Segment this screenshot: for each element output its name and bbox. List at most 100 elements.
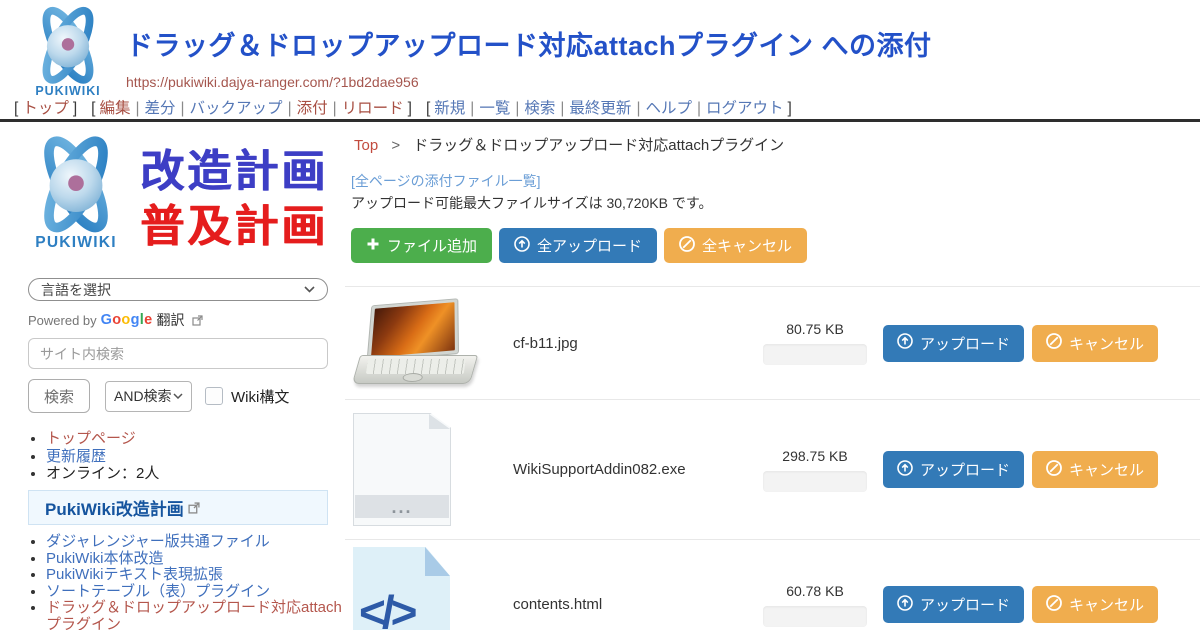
sidebar-link-sort-table[interactable]: ソートテーブル（表）プラグイン (46, 583, 270, 600)
sidebar-link-dajya-common[interactable]: ダジャレンジャー版共通ファイル (46, 533, 270, 550)
nav-search[interactable]: 検索 (524, 100, 555, 117)
code-glyph: </> (359, 585, 414, 630)
sidebar-heading-pukiwiki-kaizou[interactable]: PukiWiki改造計画 (28, 490, 328, 525)
wiki-syntax-label: Wiki構文 (231, 386, 289, 407)
search-controls: 検索 AND検索 Wiki構文 (28, 379, 289, 413)
external-link-icon (192, 315, 203, 326)
file-row: cf-b11.jpg 80.75 KB アップロード (345, 286, 1200, 399)
external-link-icon (188, 502, 200, 514)
list-item: オンライン：2人 (46, 465, 159, 482)
upload-all-button[interactable]: 全アップロード (499, 228, 657, 263)
sidebar-logo[interactable]: PUKIWIKI 改造計画 普及計画 (16, 136, 328, 254)
file-row: </> contents.html 60.78 KB アップロード (345, 539, 1200, 630)
breadcrumb: Top > ドラッグ＆ドロップアップロード対応attachプラグイン (354, 134, 784, 155)
nav-attach[interactable]: 添付 (297, 100, 328, 117)
sidebar-link-text-ext[interactable]: PukiWikiテキスト表現拡張 (46, 566, 223, 583)
language-select[interactable]: 言語を選択 (28, 278, 328, 301)
page-url[interactable]: https://pukiwiki.dajya-ranger.com/?1bd2d… (126, 74, 932, 90)
search-button[interactable]: 検索 (28, 379, 90, 413)
breadcrumb-current: ドラッグ＆ドロップアップロード対応attachプラグイン (413, 137, 784, 154)
action-buttons: ファイル追加 全アップロード 全キャンセル (351, 228, 807, 263)
chevron-down-icon (304, 286, 315, 293)
nav-reload[interactable]: リロード (342, 100, 404, 117)
ban-icon (1046, 595, 1062, 615)
page-title: ドラッグ＆ドロップアップロード対応attachプラグイン への添付 (126, 24, 932, 63)
plus-icon (366, 237, 380, 255)
progress-bar (763, 471, 867, 492)
add-file-button[interactable]: ファイル追加 (351, 228, 492, 263)
file-row: ... WikiSupportAddin082.exe 298.75 KB アッ… (345, 399, 1200, 539)
google-logo-text: Google (101, 312, 153, 328)
upload-circle-icon (897, 595, 913, 615)
translate-label[interactable]: 翻訳 (156, 310, 184, 330)
list-item: ソートテーブル（表）プラグイン (46, 584, 346, 601)
ban-icon (679, 236, 695, 256)
generic-file-icon: ... (353, 413, 451, 526)
laptop-photo-thumbnail (353, 299, 479, 387)
list-item: PukiWikiテキスト表現拡張 (46, 567, 346, 584)
sidebar-link-dnd-attach[interactable]: ドラッグ＆ドロップアップロード対応attachプラグイン (46, 599, 342, 630)
file-name: contents.html (513, 596, 763, 613)
all-pages-attach-link[interactable]: [全ページの添付ファイル一覧] (351, 171, 541, 191)
nav-logout[interactable]: ログアウト (706, 100, 784, 117)
file-upload-list: cf-b11.jpg 80.75 KB アップロード (345, 286, 1200, 630)
atom-icon: PUKIWIKI (16, 136, 136, 252)
search-mode-value: AND検索 (114, 386, 172, 406)
slogan-line-kaizou: 改造計画 (140, 144, 328, 199)
ban-icon (1046, 333, 1062, 353)
wiki-syntax-checkbox[interactable] (205, 387, 223, 405)
powered-by-label: Powered by (28, 313, 97, 328)
list-item: トップページ (46, 430, 159, 447)
upload-button[interactable]: アップロード (883, 325, 1024, 362)
pukiwiki-logo[interactable]: PUKIWIKI (20, 6, 116, 100)
progress-bar (763, 606, 867, 627)
online-count: オンライン：2人 (46, 465, 159, 482)
upload-circle-icon (897, 460, 913, 480)
max-size-note: アップロード可能最大ファイルサイズは 30,720KB です。 (351, 193, 712, 213)
breadcrumb-top-link[interactable]: Top (354, 137, 378, 154)
file-name: WikiSupportAddin082.exe (513, 461, 763, 478)
top-nav: [トップ][編集|差分|バックアップ|添付|リロード][新規|一覧|検索|最終更… (10, 96, 796, 118)
file-name: cf-b11.jpg (513, 335, 763, 352)
chevron-down-icon (173, 393, 183, 399)
upload-circle-icon (897, 333, 913, 353)
file-icon-dots: ... (355, 495, 449, 518)
progress-bar (763, 344, 867, 365)
search-mode-select[interactable]: AND検索 (105, 381, 192, 412)
sidebar-link-top-page[interactable]: トップページ (46, 430, 136, 447)
list-item: ドラッグ＆ドロップアップロード対応attachプラグイン (46, 600, 346, 630)
pukiwiki-page: PUKIWIKI ドラッグ＆ドロップアップロード対応attachプラグイン への… (0, 0, 1200, 630)
sidebar-link-update-history[interactable]: 更新履歴 (46, 448, 106, 465)
cancel-button[interactable]: キャンセル (1032, 586, 1158, 623)
atom-icon: PUKIWIKI (20, 6, 116, 100)
nav-list[interactable]: 一覧 (479, 100, 510, 117)
sidebar-logo-slogan: 改造計画 普及計画 (140, 144, 328, 254)
sidebar-link-pukiwiki-core[interactable]: PukiWiki本体改造 (46, 550, 164, 567)
list-item: ダジャレンジャー版共通ファイル (46, 534, 346, 551)
nav-help[interactable]: ヘルプ (645, 100, 692, 117)
list-item: PukiWiki本体改造 (46, 551, 346, 568)
google-translate-credit: Powered by Google 翻訳 (28, 310, 203, 330)
upload-circle-icon (514, 236, 530, 256)
sidebar-plugin-links: ダジャレンジャー版共通ファイル PukiWiki本体改造 PukiWikiテキス… (46, 534, 346, 630)
file-size: 80.75 KB (763, 321, 867, 337)
cancel-button[interactable]: キャンセル (1032, 325, 1158, 362)
file-size: 60.78 KB (763, 583, 867, 599)
language-select-value: 言語を選択 (41, 280, 111, 300)
cancel-button[interactable]: キャンセル (1032, 451, 1158, 488)
nav-diff[interactable]: 差分 (145, 100, 176, 117)
upload-button[interactable]: アップロード (883, 451, 1024, 488)
nav-top[interactable]: トップ (22, 100, 69, 117)
nav-new[interactable]: 新規 (434, 100, 465, 117)
nav-backup[interactable]: バックアップ (190, 100, 283, 117)
main-content: Top > ドラッグ＆ドロップアップロード対応attachプラグイン [全ページ… (345, 122, 1200, 630)
nav-edit[interactable]: 編集 (99, 100, 130, 117)
nav-recent[interactable]: 最終更新 (569, 100, 631, 117)
svg-text:PUKIWIKI: PUKIWIKI (35, 234, 117, 251)
file-size: 298.75 KB (763, 448, 867, 464)
site-search-input[interactable] (28, 338, 328, 369)
upload-button[interactable]: アップロード (883, 586, 1024, 623)
list-item: 更新履歴 (46, 448, 159, 465)
html-code-file-icon: </> (353, 547, 450, 630)
cancel-all-button[interactable]: 全キャンセル (664, 228, 807, 263)
